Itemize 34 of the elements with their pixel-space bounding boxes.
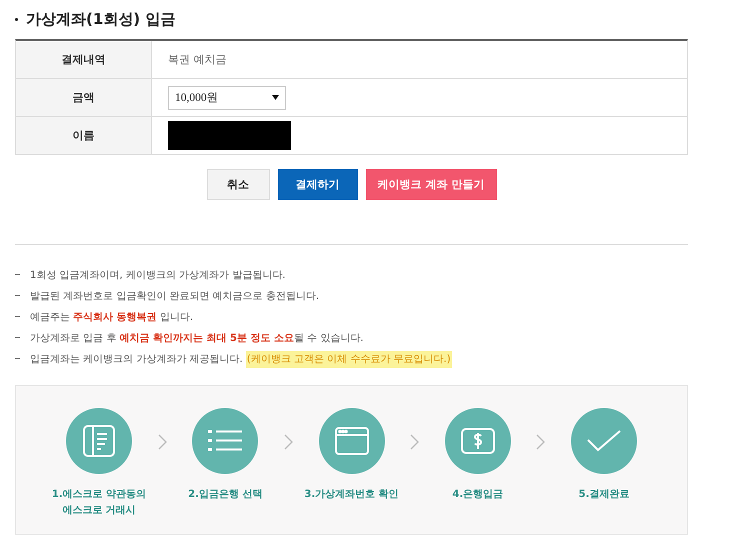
document-icon — [82, 424, 116, 458]
dollar-bill-icon — [460, 428, 495, 454]
step-label: 5.결제완료 — [578, 488, 630, 502]
step-label: 2.입금은행 선택 — [187, 488, 264, 502]
notice-text: 입금계좌는 케이뱅크의 가상계좌가 제공됩니다. (케이뱅크 고객은 이체 수수료가 무료입니다.) — [30, 352, 452, 366]
section-title: 가상계좌(1회성) 입금 — [26, 10, 176, 28]
dash-icon — [15, 337, 20, 338]
row-label: 금액 — [16, 79, 152, 116]
pay-button[interactable]: 결제하기 — [278, 169, 358, 200]
browser-window-icon — [334, 427, 368, 455]
chevron-right-icon — [158, 434, 167, 450]
chevron-right-icon — [284, 434, 293, 450]
field-value: 복권 예치금 — [168, 52, 226, 67]
row-label: 결제내역 — [16, 41, 152, 78]
dash-icon — [15, 295, 20, 296]
row-label: 이름 — [16, 117, 152, 154]
dash-icon — [15, 316, 20, 317]
step-label: 3.가상계좌번호 확인 — [303, 488, 400, 502]
cancel-button[interactable]: 취소 — [206, 169, 270, 200]
step-label: 1.에스크로 약관동의 에스크로 거래시 — [50, 488, 148, 518]
redacted-name-field[interactable] — [168, 121, 291, 150]
dash-icon — [15, 274, 20, 275]
amount-dropdown[interactable]: 10,000원 — [168, 86, 286, 110]
notice-text: 가상계좌로 입금 후 예치금 확인까지는 최대 5분 정도 소요될 수 있습니다. — [30, 332, 364, 344]
dash-icon — [15, 358, 20, 359]
caret-icon — [272, 95, 279, 100]
notice-text: 1회성 입금계좌이며, 케이뱅크의 가상계좌가 발급됩니다. — [30, 268, 286, 282]
chevron-right-icon — [536, 434, 546, 450]
notice-text: 발급된 계좌번호로 입금확인이 완료되면 예치금으로 충전됩니다. — [30, 290, 320, 302]
checkmark-icon — [587, 430, 621, 452]
chevron-right-icon — [410, 434, 420, 450]
list-icon — [208, 430, 242, 452]
step-label: 4.은행입금 — [451, 488, 504, 502]
notice-text: 예금주는 주식회사 동행복권 입니다. — [30, 310, 194, 324]
